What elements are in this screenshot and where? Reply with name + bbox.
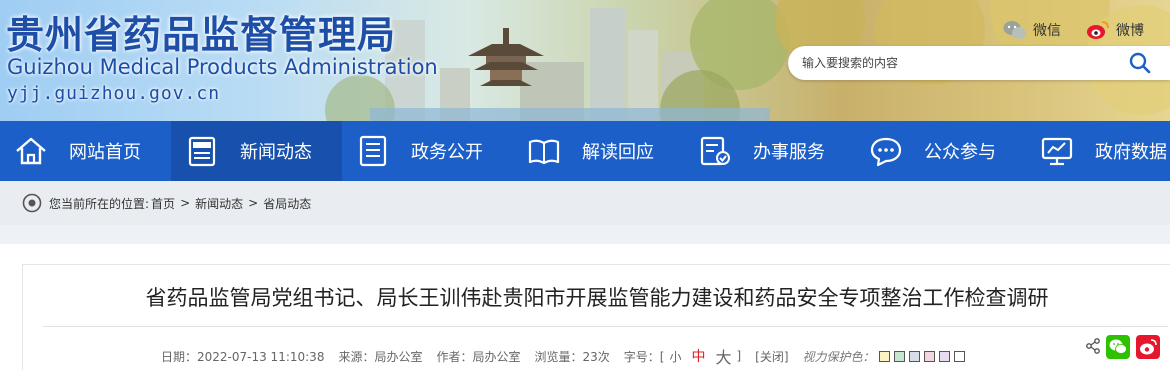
eye-color-swatch-green[interactable] <box>893 350 905 362</box>
font-size-large-button[interactable]: 大 <box>715 344 731 368</box>
article-author: 作者：局办公室 <box>436 349 521 364</box>
document-list-icon <box>359 135 387 167</box>
article-meta: 日期：2022-07-13 11:10:38 来源：局办公室 作者：局办公室 浏… <box>161 344 965 368</box>
weibo-share-icon <box>1140 339 1157 355</box>
open-book-icon <box>528 139 560 165</box>
breadcrumb-home[interactable]: 首页 <box>151 195 175 212</box>
eye-color-swatch-purple[interactable] <box>938 350 950 362</box>
close-button[interactable]: [关闭] <box>755 348 788 365</box>
share-weibo-button[interactable] <box>1136 335 1160 359</box>
article-views: 浏览量：23次 <box>534 349 610 364</box>
breadcrumb-separator: > <box>248 196 259 210</box>
weibo-icon <box>1087 21 1109 39</box>
article-source: 来源：局办公室 <box>338 349 423 364</box>
nav-label: 公众参与 <box>924 142 996 163</box>
article-title: 省药品监管局党组书记、局长王训伟赴贵阳市开展监管能力建设和药品安全专项整治工作检… <box>145 286 1049 310</box>
font-size-small-button[interactable]: 小 <box>669 348 681 365</box>
weibo-label: 微博 <box>1116 23 1144 39</box>
breadcrumb-news[interactable]: 新闻动态 <box>195 195 243 212</box>
nav-label: 办事服务 <box>753 142 825 163</box>
search-box <box>788 46 1170 80</box>
weibo-link[interactable]: 微博 <box>1086 19 1144 41</box>
site-domain: yjj.guizhou.gov.cn <box>7 83 221 104</box>
eye-protection-label: 视力保护色： <box>802 349 875 364</box>
nav-item-interpretation[interactable]: 解读回应 <box>513 121 684 181</box>
nav-item-government-affairs[interactable]: 政务公开 <box>342 121 513 181</box>
nav-item-government-data[interactable]: 政府数据 <box>1026 121 1170 181</box>
service-form-icon <box>700 136 730 166</box>
article-date: 日期：2022-07-13 11:10:38 <box>161 349 325 364</box>
search-input[interactable] <box>802 53 1122 73</box>
location-pin-icon <box>22 193 42 213</box>
nav-label: 政务公开 <box>411 142 483 163</box>
wechat-link[interactable]: 微信 <box>1003 19 1061 41</box>
wechat-label: 微信 <box>1033 23 1061 39</box>
breadcrumb-separator: > <box>180 196 191 210</box>
eye-color-swatch-white[interactable] <box>953 350 965 362</box>
breadcrumb-prefix: 您当前所在的位置: <box>49 196 150 211</box>
wechat-icon <box>1003 21 1026 39</box>
font-size-medium-button[interactable]: 中 <box>691 346 705 366</box>
font-size-label: 字号：[ <box>623 349 665 364</box>
nav-label: 政府数据 <box>1095 142 1167 163</box>
news-icon <box>188 136 216 167</box>
site-title: 贵州省药品监督管理局 <box>6 13 397 57</box>
main-nav: 网站首页 新闻动态 政务公开 解读回应 办事服务 公众参与 政府数据 <box>0 121 1170 181</box>
nav-label: 新闻动态 <box>240 142 312 163</box>
monitor-chart-icon <box>1041 137 1073 166</box>
chat-bubble-icon <box>870 137 902 167</box>
font-size-bracket: ] <box>736 349 742 363</box>
nav-label: 网站首页 <box>69 142 141 163</box>
eye-color-swatch-yellow[interactable] <box>878 350 890 362</box>
nav-item-home[interactable]: 网站首页 <box>0 121 171 181</box>
breadcrumb-provincial-news[interactable]: 省局动态 <box>263 195 311 212</box>
share-icon[interactable] <box>1085 338 1101 354</box>
breadcrumb: 您当前所在的位置: 首页 > 新闻动态 > 省局动态 <box>0 181 1170 225</box>
wechat-share-icon <box>1109 339 1127 354</box>
title-divider <box>43 326 1168 327</box>
share-wechat-button[interactable] <box>1106 335 1130 359</box>
search-icon[interactable] <box>1128 52 1152 74</box>
eye-color-swatch-pink[interactable] <box>923 350 935 362</box>
nav-label: 解读回应 <box>582 142 654 163</box>
nav-item-services[interactable]: 办事服务 <box>684 121 855 181</box>
site-title-english: Guizhou Medical Products Administration <box>7 55 438 79</box>
nav-item-news[interactable]: 新闻动态 <box>171 121 342 181</box>
home-icon <box>16 137 46 165</box>
article-card: 省药品监管局党组书记、局长王训伟赴贵阳市开展监管能力建设和药品安全专项整治工作检… <box>22 264 1170 370</box>
eye-color-swatch-blue[interactable] <box>908 350 920 362</box>
header-banner: 贵州省药品监督管理局 Guizhou Medical Products Admi… <box>0 0 1170 121</box>
nav-item-public-participation[interactable]: 公众参与 <box>855 121 1026 181</box>
